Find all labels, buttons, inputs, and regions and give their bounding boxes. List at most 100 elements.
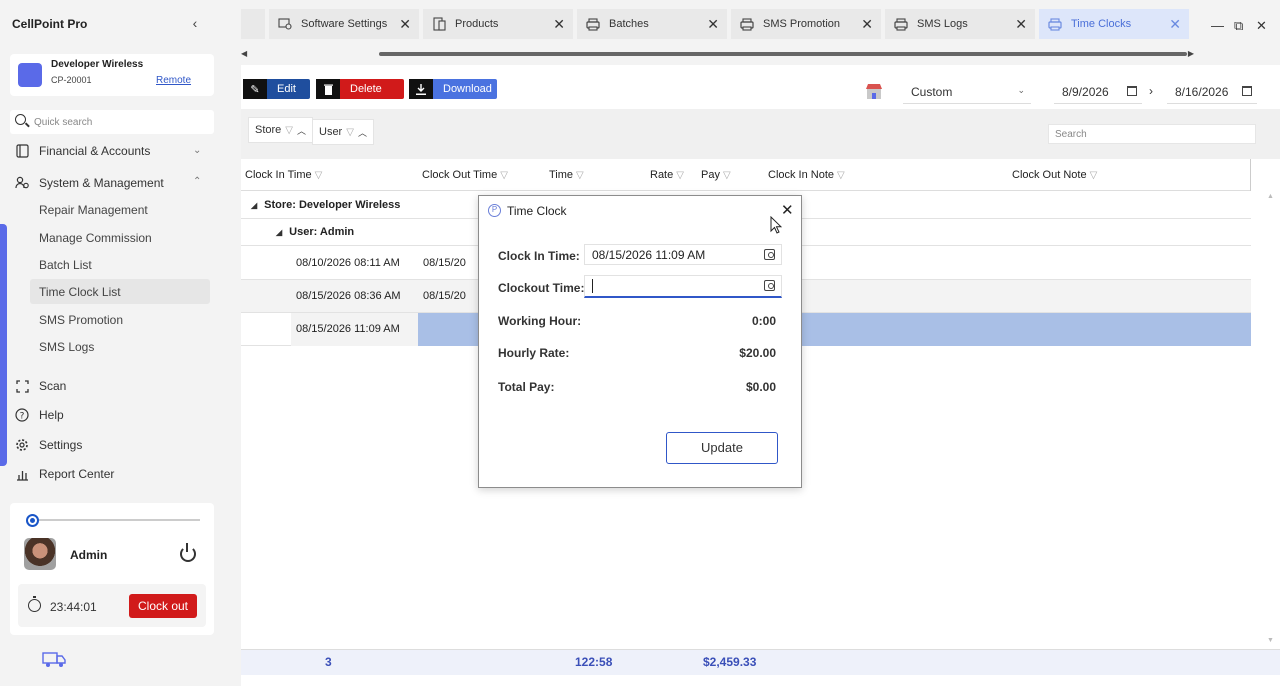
slider-thumb[interactable]	[26, 514, 39, 527]
summary-footer: 3 122:58 $2,459.33	[241, 649, 1280, 675]
sidebar-item-sms-logs[interactable]: SMS Logs	[30, 334, 210, 359]
nav-financial-accounts[interactable]: Financial & Accounts	[14, 140, 150, 162]
calendar-icon[interactable]	[1127, 86, 1137, 96]
clockout-field[interactable]	[584, 275, 782, 298]
column-header[interactable]: Clock In Time ▽	[245, 169, 322, 181]
nav-settings[interactable]: Settings	[14, 434, 82, 456]
filter-icon[interactable]: ▽	[315, 170, 323, 181]
filter-icon[interactable]: ▽	[723, 170, 731, 181]
clock-out-button[interactable]: Clock out	[129, 594, 197, 618]
close-icon[interactable]: ✕	[553, 16, 565, 33]
svg-text:?: ?	[20, 412, 25, 422]
scroll-thumb[interactable]	[379, 52, 1187, 56]
collapse-triangle-icon[interactable]: ◢	[276, 228, 282, 237]
printer-icon	[586, 17, 600, 31]
tab-label: Batches	[609, 18, 649, 30]
column-header[interactable]: Clock In Note ▽	[768, 169, 845, 181]
tab-software-settings[interactable]: Software Settings ✕	[269, 9, 419, 39]
column-header[interactable]: Clock Out Note ▽	[1012, 169, 1097, 181]
clockout-label: Clockout Time:	[498, 281, 585, 295]
tab-batches[interactable]: Batches ✕	[577, 9, 727, 39]
scroll-up-icon[interactable]: ▲	[1267, 193, 1274, 200]
tab-scrollbar[interactable]: ◀ ▶	[241, 49, 1194, 59]
column-header[interactable]: Time ▽	[549, 169, 584, 181]
close-icon[interactable]: ✕	[707, 16, 719, 33]
remote-link[interactable]: Remote	[156, 75, 191, 86]
nav-help[interactable]: ? Help	[14, 404, 64, 426]
column-header[interactable]: Clock Out Time ▽	[422, 169, 508, 181]
slider-track[interactable]	[32, 519, 200, 521]
window-close-icon[interactable]: ✕	[1256, 18, 1267, 34]
column-header[interactable]: Pay ▽	[701, 169, 731, 181]
store-icon[interactable]	[865, 83, 883, 100]
truck-icon[interactable]	[40, 651, 68, 669]
quick-search[interactable]	[10, 110, 214, 134]
calendar-clock-icon[interactable]	[764, 249, 775, 260]
products-icon	[432, 17, 446, 31]
date-from-picker[interactable]: 8/9/2026	[1054, 80, 1142, 104]
minimize-icon[interactable]: —	[1211, 18, 1224, 33]
close-icon[interactable]: ✕	[861, 16, 873, 33]
filter-icon[interactable]: ▽	[500, 170, 508, 181]
tab-products[interactable]: Products ✕	[423, 9, 573, 39]
scroll-down-icon[interactable]: ▼	[1267, 637, 1274, 644]
user-card: Admin 23:44:01 Clock out	[10, 503, 214, 635]
group-chip-store[interactable]: Store ▽ ︿	[248, 117, 314, 143]
tab-time-clocks[interactable]: Time Clocks ✕	[1039, 9, 1189, 39]
filter-icon[interactable]: ▽	[837, 170, 845, 181]
tab-hidden[interactable]	[241, 9, 265, 39]
clock-timer: 23:44:01	[50, 600, 97, 614]
calendar-clock-icon[interactable]	[764, 280, 775, 291]
sort-up-icon[interactable]: ︿	[297, 124, 306, 137]
sidebar-item-batch-list[interactable]: Batch List	[30, 252, 210, 277]
scroll-left-icon[interactable]: ◀	[241, 49, 247, 58]
update-button[interactable]: Update	[666, 432, 778, 464]
sidebar-item-sms-promotion[interactable]: SMS Promotion	[30, 307, 210, 332]
sidebar-item-repair-management[interactable]: Repair Management	[30, 197, 210, 222]
close-icon[interactable]: ✕	[1015, 16, 1027, 33]
nav-scan[interactable]: Scan	[14, 375, 66, 397]
column-label: Clock In Note	[768, 169, 835, 181]
filter-icon[interactable]: ▽	[346, 127, 354, 138]
chevron-down-icon: ⌄	[1017, 85, 1025, 95]
restore-icon[interactable]: ⧉	[1234, 18, 1243, 34]
tab-label: Software Settings	[301, 18, 388, 30]
date-range-select[interactable]: Custom ⌄	[903, 80, 1031, 104]
filter-icon[interactable]: ▽	[285, 125, 293, 136]
tab-sms-promotion[interactable]: SMS Promotion ✕	[731, 9, 881, 39]
sort-up-icon[interactable]: ︿	[358, 126, 367, 139]
date-to-picker[interactable]: 8/16/2026	[1167, 80, 1257, 104]
collapse-sidebar-button[interactable]: ‹	[186, 14, 204, 32]
chevron-up-icon[interactable]: ⌃	[193, 176, 201, 187]
edit-button[interactable]: ✎ Edit	[243, 79, 310, 99]
power-icon[interactable]	[180, 543, 196, 562]
filter-icon[interactable]: ▽	[676, 170, 684, 181]
chevron-down-icon[interactable]: ⌄	[193, 145, 201, 156]
total-pay-label: Total Pay:	[498, 380, 555, 394]
summary-count: 3	[325, 655, 332, 669]
sidebar-item-manage-commission[interactable]: Manage Commission	[30, 225, 210, 250]
quick-search-input[interactable]	[34, 113, 204, 131]
filter-icon[interactable]: ▽	[576, 170, 584, 181]
close-icon[interactable]: ✕	[399, 16, 411, 33]
nav-label: Financial & Accounts	[39, 144, 151, 158]
settings-icon	[278, 17, 292, 31]
grid-search-input[interactable]: Search	[1048, 124, 1256, 144]
range-value: Custom	[911, 85, 953, 99]
collapse-triangle-icon[interactable]: ◢	[251, 201, 257, 210]
nav-system-management[interactable]: System & Management	[14, 172, 164, 194]
group-chip-user[interactable]: User ▽ ︿	[312, 119, 374, 145]
tab-sms-logs[interactable]: SMS Logs ✕	[885, 9, 1035, 39]
delete-button[interactable]: Delete	[316, 79, 404, 99]
sidebar-item-time-clock-list[interactable]: Time Clock List	[30, 279, 210, 304]
scroll-right-icon[interactable]: ▶	[1188, 49, 1194, 58]
column-header[interactable]: Rate ▽	[650, 169, 684, 181]
download-button[interactable]: Download	[409, 79, 497, 99]
filter-icon[interactable]: ▽	[1090, 170, 1098, 181]
clock-in-field[interactable]: 08/15/2026 11:09 AM	[584, 244, 782, 265]
calendar-icon[interactable]	[1242, 86, 1252, 96]
close-icon[interactable]: ✕	[781, 201, 794, 219]
scan-icon	[14, 378, 30, 394]
nav-report-center[interactable]: Report Center	[14, 463, 114, 485]
close-icon[interactable]: ✕	[1169, 16, 1181, 33]
